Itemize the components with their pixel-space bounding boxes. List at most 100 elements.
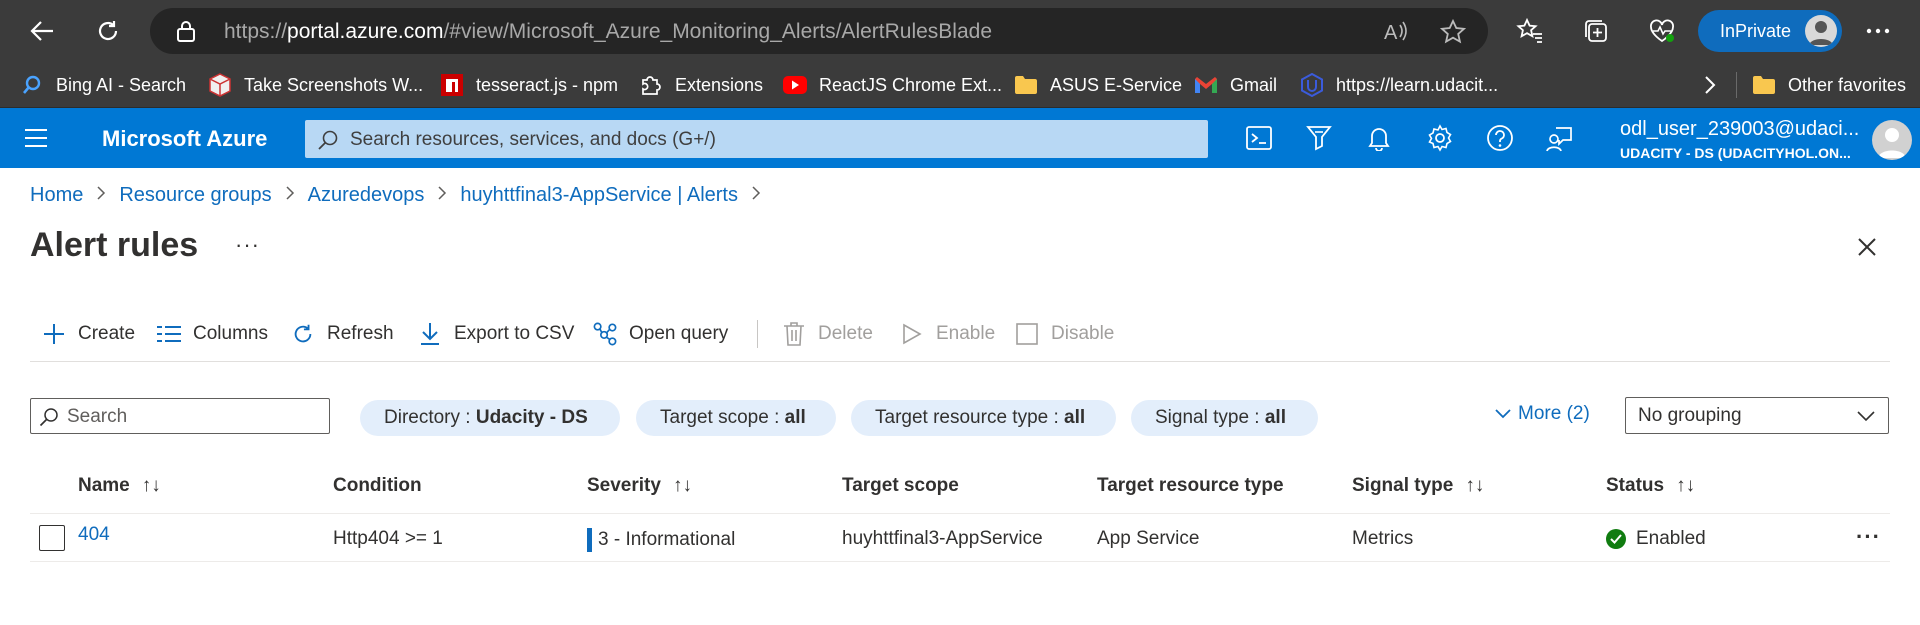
play-icon bbox=[900, 322, 924, 346]
column-header-name[interactable]: Name ↑↓ bbox=[78, 475, 161, 497]
chevron-down-icon bbox=[1857, 411, 1875, 422]
search-icon bbox=[39, 408, 58, 427]
plus-icon bbox=[42, 322, 66, 346]
search-placeholder: Search bbox=[67, 406, 128, 427]
filter-pill-target-scope[interactable]: Target scope : all bbox=[636, 400, 836, 436]
other-favorites-folder[interactable]: Other favorites bbox=[1752, 62, 1906, 108]
settings-gear-icon[interactable] bbox=[1424, 122, 1456, 154]
more-filters-button[interactable]: More (2) bbox=[1494, 403, 1590, 425]
row-select-checkbox[interactable] bbox=[39, 525, 65, 551]
breadcrumb: Home Resource groups Azuredevops huyhttf… bbox=[30, 184, 774, 207]
portal-menu-icon[interactable] bbox=[24, 127, 48, 149]
column-header-target-resource-type: Target resource type bbox=[1097, 475, 1284, 496]
enable-button[interactable]: Enable bbox=[900, 312, 995, 356]
breadcrumb-resource-groups[interactable]: Resource groups bbox=[119, 184, 271, 207]
search-icon bbox=[318, 130, 338, 150]
notifications-bell-icon[interactable] bbox=[1363, 122, 1395, 154]
more-actions-button[interactable]: ··· bbox=[235, 232, 260, 258]
account-directory[interactable]: UDACITY - DS (UDACITYHOL.ON... bbox=[1620, 145, 1851, 161]
trash-icon bbox=[782, 322, 806, 346]
folder-icon bbox=[1014, 73, 1038, 97]
browser-toolbar: https://portal.azure.com/#view/Microsoft… bbox=[0, 0, 1920, 62]
column-header-target-scope: Target scope bbox=[842, 475, 959, 496]
sort-icon[interactable]: ↑↓ bbox=[1465, 475, 1484, 497]
favorite-asus-eservice[interactable]: ASUS E-Service bbox=[1014, 62, 1182, 108]
favorites-overflow-chevron-icon[interactable] bbox=[1704, 62, 1716, 108]
refresh-button[interactable]: Refresh bbox=[291, 312, 394, 356]
azure-brand[interactable]: Microsoft Azure bbox=[102, 126, 267, 152]
query-graph-icon bbox=[593, 322, 617, 346]
sort-icon[interactable]: ↑↓ bbox=[142, 475, 161, 497]
open-query-button[interactable]: Open query bbox=[593, 312, 728, 356]
sort-icon[interactable]: ↑↓ bbox=[673, 475, 692, 497]
favorite-star-icon[interactable] bbox=[1440, 19, 1466, 45]
cell-severity: 3 - Informational bbox=[587, 528, 735, 552]
global-search-input[interactable]: Search resources, services, and docs (G+… bbox=[305, 120, 1208, 158]
chevron-right-icon bbox=[272, 184, 308, 207]
command-bar: Create Columns Refresh Export to CSV Ope… bbox=[30, 312, 1890, 362]
search-icon bbox=[22, 73, 42, 97]
filter-pill-directory[interactable]: Directory : Udacity - DS bbox=[360, 400, 620, 436]
favorite-reactjs-chrome-ext[interactable]: ReactJS Chrome Ext... bbox=[783, 62, 1002, 108]
browser-menu-icon[interactable] bbox=[1860, 13, 1896, 49]
cloud-shell-icon[interactable] bbox=[1243, 122, 1275, 154]
table-header-divider bbox=[30, 513, 1890, 514]
favorite-gmail[interactable]: Gmail bbox=[1194, 62, 1277, 108]
cell-target-resource-type: App Service bbox=[1097, 528, 1200, 549]
column-header-severity[interactable]: Severity ↑↓ bbox=[587, 475, 692, 497]
search-input[interactable]: Search bbox=[30, 398, 330, 434]
cell-condition: Http404 >= 1 bbox=[333, 528, 443, 549]
column-header-condition: Condition bbox=[333, 475, 422, 496]
download-icon bbox=[418, 322, 442, 346]
disable-button[interactable]: Disable bbox=[1015, 312, 1114, 356]
favorites-divider bbox=[1736, 72, 1737, 98]
sort-icon[interactable]: ↑↓ bbox=[1676, 475, 1695, 497]
refresh-page-icon[interactable] bbox=[90, 13, 126, 49]
browser-health-icon[interactable] bbox=[1644, 13, 1680, 49]
export-csv-button[interactable]: Export to CSV bbox=[418, 312, 574, 356]
global-search-placeholder: Search resources, services, and docs (G+… bbox=[350, 129, 716, 150]
favorite-udacity[interactable]: https://learn.udacit... bbox=[1300, 62, 1498, 108]
help-icon[interactable] bbox=[1484, 122, 1516, 154]
filter-pill-signal-type[interactable]: Signal type : all bbox=[1131, 400, 1318, 436]
chevron-down-icon bbox=[1495, 409, 1511, 419]
refresh-icon bbox=[291, 322, 315, 346]
npm-icon bbox=[440, 73, 464, 97]
favorite-extensions[interactable]: Extensions bbox=[639, 62, 763, 108]
favorite-take-screenshots[interactable]: Take Screenshots W... bbox=[208, 62, 423, 108]
favorite-bing-ai[interactable]: Bing AI - Search bbox=[22, 62, 186, 108]
cell-name-link[interactable]: 404 bbox=[78, 524, 110, 546]
favorites-icon[interactable] bbox=[1512, 13, 1548, 49]
directory-filter-icon[interactable] bbox=[1303, 122, 1335, 154]
columns-button[interactable]: Columns bbox=[157, 312, 268, 356]
breadcrumb-home[interactable]: Home bbox=[30, 184, 83, 207]
chevron-right-icon bbox=[83, 184, 119, 207]
azure-top-bar: Microsoft Azure Search resources, servic… bbox=[0, 108, 1920, 168]
delete-button[interactable]: Delete bbox=[782, 312, 873, 356]
row-more-actions-button[interactable]: ··· bbox=[1856, 524, 1881, 550]
table-row-divider bbox=[30, 561, 1890, 562]
back-icon[interactable] bbox=[24, 13, 60, 49]
close-icon[interactable] bbox=[1852, 232, 1882, 262]
inprivate-button[interactable]: InPrivate bbox=[1698, 10, 1842, 52]
cell-signal-type: Metrics bbox=[1352, 528, 1414, 549]
filter-pill-target-resource-type[interactable]: Target resource type : all bbox=[851, 400, 1116, 436]
favorites-bar: Bing AI - Search Take Screenshots W... t… bbox=[0, 62, 1920, 108]
grouping-dropdown[interactable]: No grouping bbox=[1625, 397, 1889, 434]
collections-icon[interactable] bbox=[1578, 13, 1614, 49]
breadcrumb-azuredevops[interactable]: Azuredevops bbox=[308, 184, 425, 207]
address-bar[interactable]: https://portal.azure.com/#view/Microsoft… bbox=[150, 8, 1488, 54]
checkmark-circle-icon bbox=[1606, 529, 1626, 549]
inprivate-label: InPrivate bbox=[1720, 21, 1792, 41]
column-header-signal-type[interactable]: Signal type ↑↓ bbox=[1352, 475, 1484, 497]
grouping-value: No grouping bbox=[1638, 405, 1742, 426]
favorite-tesseract[interactable]: tesseract.js - npm bbox=[440, 62, 618, 108]
avatar[interactable] bbox=[1872, 120, 1912, 160]
read-aloud-icon[interactable]: A bbox=[1382, 19, 1408, 43]
create-button[interactable]: Create bbox=[42, 312, 135, 356]
feedback-icon[interactable] bbox=[1544, 122, 1576, 154]
account-name[interactable]: odl_user_239003@udaci... bbox=[1620, 118, 1859, 141]
column-header-status[interactable]: Status ↑↓ bbox=[1606, 475, 1695, 497]
screenshot-icon bbox=[208, 73, 232, 97]
breadcrumb-alerts[interactable]: huyhttfinal3-AppService | Alerts bbox=[460, 184, 738, 207]
